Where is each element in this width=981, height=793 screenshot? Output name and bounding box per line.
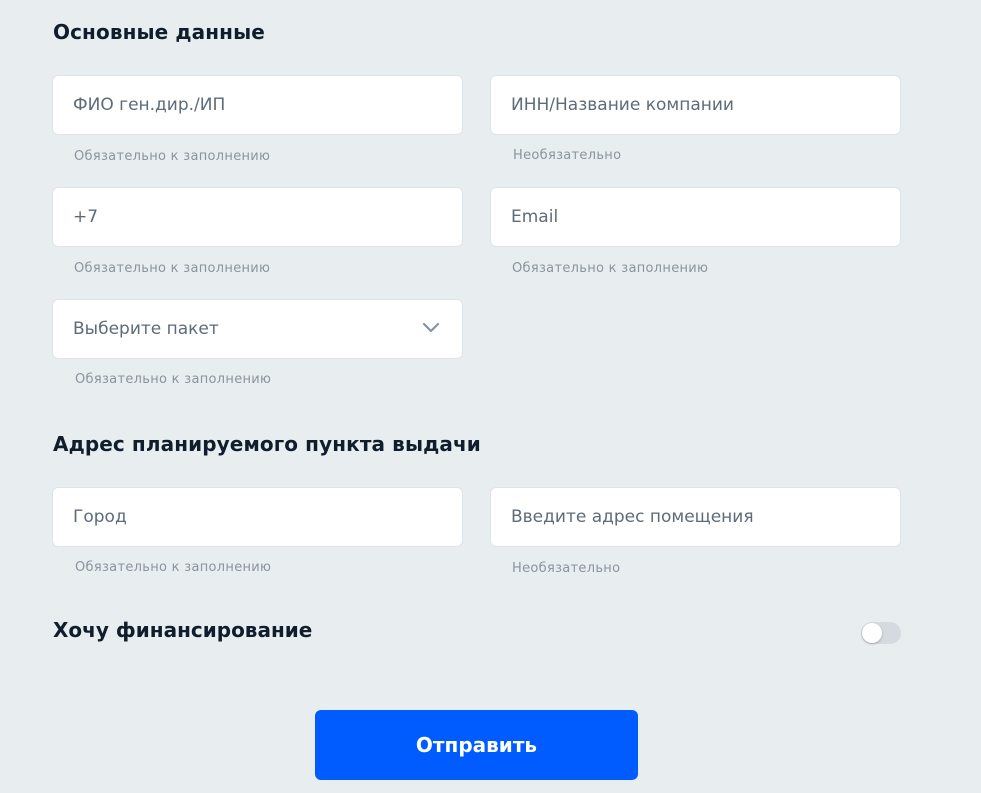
package-hint: Обязательно к заполнению xyxy=(75,372,272,387)
chevron-down-icon xyxy=(422,322,440,333)
email-hint: Обязательно к заполнению xyxy=(512,261,709,276)
city-field[interactable] xyxy=(52,487,463,547)
address-hint: Необязательно xyxy=(512,561,621,576)
phone-input[interactable] xyxy=(53,188,462,246)
fio-hint: Обязательно к заполнению xyxy=(74,149,271,164)
toggle-knob xyxy=(862,623,882,643)
submit-button[interactable]: Отправить xyxy=(315,710,638,780)
city-hint: Обязательно к заполнению xyxy=(75,560,272,575)
package-select-value: Выберите пакет xyxy=(73,319,219,339)
city-input[interactable] xyxy=(53,488,462,546)
inn-input[interactable] xyxy=(491,76,900,134)
fio-field[interactable] xyxy=(52,75,463,135)
email-input[interactable] xyxy=(491,188,900,246)
section-title-main: Основные данные xyxy=(53,20,265,44)
section-title-address: Адрес планируемого пункта выдачи xyxy=(53,432,481,456)
inn-field[interactable] xyxy=(490,75,901,135)
inn-hint: Необязательно xyxy=(513,148,622,163)
phone-hint: Обязательно к заполнению xyxy=(74,261,271,276)
phone-field[interactable] xyxy=(52,187,463,247)
email-field[interactable] xyxy=(490,187,901,247)
address-field[interactable] xyxy=(490,487,901,547)
financing-toggle[interactable] xyxy=(861,622,901,644)
financing-label: Хочу финансирование xyxy=(53,618,313,642)
address-input[interactable] xyxy=(491,488,900,546)
package-select[interactable]: Выберите пакет xyxy=(52,299,463,359)
fio-input[interactable] xyxy=(53,76,462,134)
application-form: Основные данные Обязательно к заполнению… xyxy=(0,0,981,793)
